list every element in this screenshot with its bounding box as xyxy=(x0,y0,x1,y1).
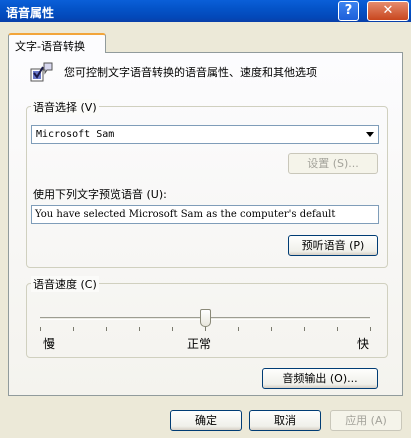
cancel-button[interactable]: 取消 xyxy=(249,410,321,431)
window-title: 语音属性 xyxy=(6,6,55,20)
title-bar: 语音属性 ? ✕ xyxy=(0,0,411,22)
slider-tick xyxy=(106,327,107,331)
close-icon: ✕ xyxy=(382,3,394,18)
preview-text-input[interactable]: You have selected Microsoft Sam as the c… xyxy=(31,205,379,224)
slider-tick xyxy=(205,327,206,331)
slider-tick xyxy=(139,327,140,331)
voice-select-value: Microsoft Sam xyxy=(36,129,115,140)
speech-properties-icon xyxy=(30,62,53,82)
slider-tick xyxy=(337,327,338,331)
slider-tick xyxy=(40,327,41,331)
slider-tick xyxy=(172,327,173,331)
voice-rate-label: 语音速度 (C) xyxy=(31,276,99,292)
voice-rate-slider-thumb[interactable] xyxy=(199,309,211,327)
slider-tick xyxy=(370,327,371,331)
slider-tick xyxy=(304,327,305,331)
voice-selection-label: 语音选择 (V) xyxy=(31,99,99,115)
rate-fast-label: 快 xyxy=(357,337,370,351)
preview-label: 使用下列文字预览语音 (U): xyxy=(33,188,167,201)
help-icon: ? xyxy=(344,3,353,18)
voice-select[interactable]: Microsoft Sam xyxy=(31,125,379,144)
close-button[interactable]: ✕ xyxy=(367,1,409,21)
slider-tick xyxy=(73,327,74,331)
preview-voice-button[interactable]: 预听语音 (P) xyxy=(288,235,378,256)
settings-button[interactable]: 设置 (S)... xyxy=(288,153,378,174)
apply-button[interactable]: 应用 (A) xyxy=(330,410,402,431)
slider-tick xyxy=(271,327,272,331)
help-button[interactable]: ? xyxy=(338,1,359,21)
intro-description: 您可控制文字语音转换的语音属性、速度和其他选项 xyxy=(64,66,317,79)
rate-slow-label: 慢 xyxy=(43,337,56,351)
audio-output-button[interactable]: 音频输出 (O)... xyxy=(262,368,378,389)
tab-text-to-speech[interactable]: 文字-语音转换 xyxy=(8,33,106,53)
ok-button[interactable]: 确定 xyxy=(170,410,242,431)
slider-tick xyxy=(238,327,239,331)
chevron-down-icon xyxy=(366,132,374,137)
rate-normal-label: 正常 xyxy=(187,337,212,351)
